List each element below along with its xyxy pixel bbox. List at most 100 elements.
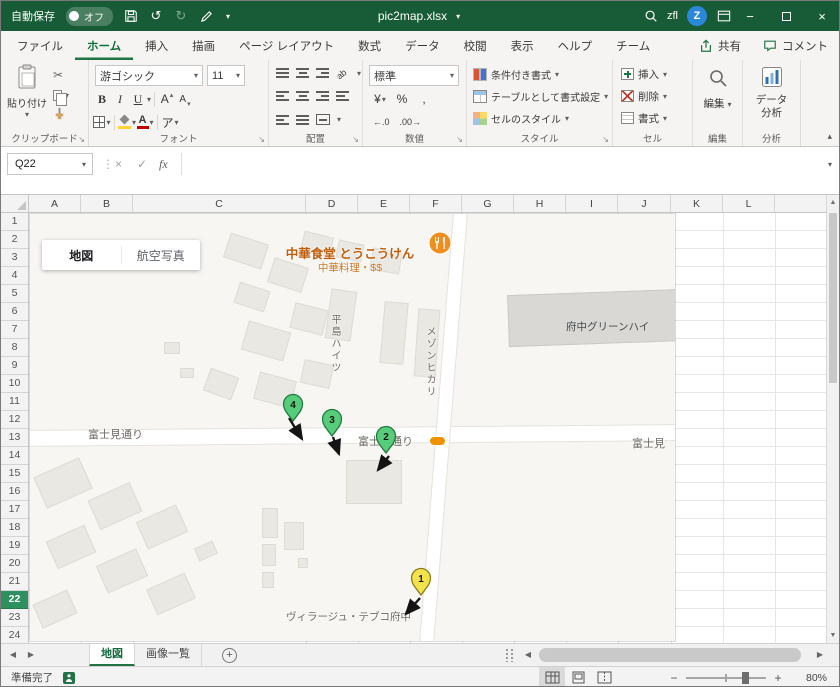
formula-bar-splitter[interactable]: ⋮ — [102, 157, 114, 171]
align-center-icon[interactable] — [296, 91, 309, 101]
tab-team[interactable]: チーム — [604, 31, 662, 60]
page-layout-view-icon[interactable] — [565, 667, 591, 686]
column-header-L[interactable]: L — [723, 195, 775, 212]
tab-formulas[interactable]: 数式 — [346, 31, 393, 60]
format-as-table-button[interactable]: テーブルとして書式設定 ▾ — [473, 85, 608, 107]
normal-view-icon[interactable] — [539, 667, 565, 686]
row-header-8[interactable]: 8 — [1, 339, 28, 357]
column-header-H[interactable]: H — [514, 195, 566, 212]
column-header-B[interactable]: B — [81, 195, 133, 212]
tab-scroll-splitter[interactable] — [506, 649, 513, 662]
borders-button[interactable]: ▾ — [93, 112, 111, 132]
row-header-22[interactable]: 22 — [1, 591, 28, 609]
copy-button[interactable]: ▾ — [53, 87, 69, 106]
row-header-6[interactable]: 6 — [1, 303, 28, 321]
ribbon-display-icon[interactable] — [717, 9, 731, 23]
zoom-thumb[interactable] — [742, 671, 749, 684]
tab-review[interactable]: 校閲 — [452, 31, 499, 60]
formula-bar-expand-icon[interactable]: ▾ — [828, 160, 832, 169]
avatar[interactable]: Z — [687, 6, 707, 26]
vertical-scrollbar[interactable]: ▲ ▼ — [826, 195, 839, 643]
cancel-icon[interactable]: × — [115, 157, 122, 171]
column-header-D[interactable]: D — [306, 195, 358, 212]
quick-access-chevron-icon[interactable]: ▾ — [224, 12, 232, 21]
underline-button[interactable]: U — [129, 89, 147, 109]
tab-home[interactable]: ホーム — [75, 31, 133, 60]
fill-color-button[interactable]: ▾ — [118, 112, 136, 132]
wrap-text-icon[interactable] — [336, 91, 349, 101]
column-header-C[interactable]: C — [133, 195, 306, 212]
tab-file[interactable]: ファイル — [5, 31, 75, 60]
number-format-select[interactable]: 標準 ▾ — [369, 65, 459, 86]
zoom-percent[interactable]: 80% — [787, 672, 827, 684]
hscroll-right-icon[interactable]: ▶ — [813, 644, 827, 666]
sheet-nav-right-icon[interactable]: ▶ — [23, 644, 39, 666]
merge-center-icon[interactable] — [316, 114, 330, 125]
data-analysis-button[interactable]: データ 分析 — [743, 94, 800, 120]
tab-page-layout[interactable]: ページ レイアウト — [227, 31, 346, 60]
page-break-view-icon[interactable] — [591, 667, 617, 686]
number-dialog-launcher-icon[interactable]: ↘ — [456, 135, 463, 144]
column-header-I[interactable]: I — [566, 195, 618, 212]
align-left-icon[interactable] — [276, 91, 289, 101]
tab-help[interactable]: ヘルプ — [546, 31, 605, 60]
row-header-18[interactable]: 18 — [1, 519, 28, 537]
sheet-nav-left-icon[interactable]: ◀ — [5, 644, 21, 666]
hscroll-left-icon[interactable]: ◀ — [521, 644, 535, 666]
add-sheet-button[interactable]: + — [222, 647, 237, 663]
close-button[interactable]: × — [805, 1, 839, 31]
font-name-select[interactable]: 游ゴシック ▾ — [95, 65, 203, 86]
italic-button[interactable]: I — [111, 89, 129, 109]
sheet-tab-images[interactable]: 画像一覧 — [135, 644, 202, 666]
row-header-14[interactable]: 14 — [1, 447, 28, 465]
satellite-button[interactable]: 航空写真 — [122, 247, 201, 264]
scroll-up-icon[interactable]: ▲ — [827, 199, 839, 206]
increase-decimal-icon[interactable]: ←.0 — [373, 117, 390, 127]
insert-function-icon[interactable]: fx — [159, 157, 168, 172]
paste-button[interactable]: 貼り付け ▾ — [5, 64, 49, 132]
underline-chevron-icon[interactable]: ▾ — [147, 95, 151, 104]
row-header-7[interactable]: 7 — [1, 321, 28, 339]
row-header-3[interactable]: 3 — [1, 249, 28, 267]
shrink-font-button[interactable]: A ▾ — [176, 89, 194, 109]
map-button[interactable]: 地図 — [42, 247, 121, 264]
align-middle-icon[interactable] — [296, 68, 309, 78]
row-header-9[interactable]: 9 — [1, 357, 28, 375]
column-header-E[interactable]: E — [358, 195, 410, 212]
horizontal-scrollbar[interactable] — [537, 648, 811, 662]
save-icon[interactable] — [124, 9, 138, 23]
row-header-11[interactable]: 11 — [1, 393, 28, 411]
row-header-10[interactable]: 10 — [1, 375, 28, 393]
font-dialog-launcher-icon[interactable]: ↘ — [258, 135, 265, 144]
conditional-formatting-button[interactable]: 条件付き書式 ▾ — [473, 63, 559, 85]
column-header-partial[interactable] — [775, 195, 828, 212]
row-header-19[interactable]: 19 — [1, 537, 28, 555]
row-header-21[interactable]: 21 — [1, 573, 28, 591]
grow-font-button[interactable]: A ▴ — [158, 89, 176, 109]
row-header-5[interactable]: 5 — [1, 285, 28, 303]
column-header-K[interactable]: K — [671, 195, 723, 212]
row-header-24[interactable]: 24 — [1, 627, 28, 643]
redo-icon[interactable]: ↻ — [174, 8, 188, 24]
currency-button[interactable]: ¥ ▾ — [371, 89, 389, 109]
font-color-button[interactable]: A ▾ — [136, 112, 154, 132]
row-header-23[interactable]: 23 — [1, 609, 28, 627]
font-size-select[interactable]: 11 ▾ — [207, 65, 245, 86]
row-header-15[interactable]: 15 — [1, 465, 28, 483]
tab-view[interactable]: 表示 — [499, 31, 546, 60]
pen-icon[interactable] — [199, 10, 213, 23]
column-header-J[interactable]: J — [618, 195, 671, 212]
percent-button[interactable]: % — [393, 89, 411, 109]
formula-input[interactable] — [181, 153, 817, 175]
row-header-12[interactable]: 12 — [1, 411, 28, 429]
sheet-tab-map[interactable]: 地図 — [89, 644, 135, 666]
tab-draw[interactable]: 描画 — [180, 31, 227, 60]
column-header-A[interactable]: A — [29, 195, 81, 212]
enter-icon[interactable]: ✓ — [137, 157, 147, 171]
name-box-chevron-icon[interactable]: ▾ — [76, 160, 92, 169]
align-top-icon[interactable] — [276, 68, 289, 78]
search-icon[interactable] — [644, 9, 658, 23]
maximize-button[interactable] — [769, 1, 803, 31]
orientation-chevron-icon[interactable]: ▾ — [357, 69, 361, 78]
row-header-16[interactable]: 16 — [1, 483, 28, 501]
